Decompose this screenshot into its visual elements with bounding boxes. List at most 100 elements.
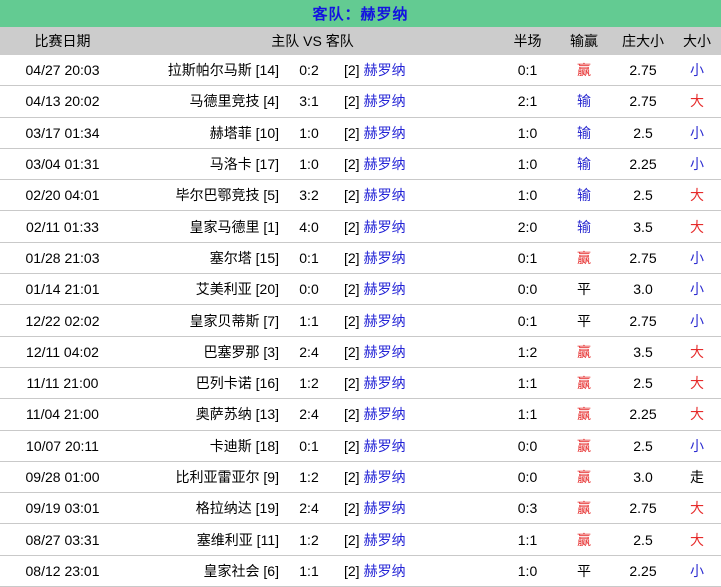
away-team-name[interactable]: 赫罗纳 bbox=[364, 62, 406, 78]
total-result: 大 bbox=[690, 500, 704, 517]
table-row: 09/19 03:01 格拉纳达 [19] 2:4 [2] 赫罗纳 0:3 赢 2… bbox=[0, 493, 721, 525]
total-result: 小 bbox=[690, 281, 704, 298]
total-result: 走 bbox=[690, 469, 704, 485]
match-date: 02/20 04:01 bbox=[25, 187, 100, 204]
match-date: 11/11 21:00 bbox=[26, 375, 99, 392]
away-team-cell: [2] 赫罗纳 bbox=[337, 373, 500, 393]
table-row: 12/22 02:02 皇家贝蒂斯 [7] 1:1 [2] 赫罗纳 0:1 平 2… bbox=[0, 305, 721, 337]
banker-total-odds: 2.5 bbox=[633, 375, 653, 392]
away-team-cell: [2] 赫罗纳 bbox=[337, 436, 500, 456]
banker-total-odds: 2.5 bbox=[633, 531, 653, 548]
total-result: 大 bbox=[690, 406, 704, 423]
table-row: 03/17 01:34 赫塔菲 [10] 1:0 [2] 赫罗纳 1:0 输 2.… bbox=[0, 117, 721, 149]
header-home-vs-away: 主队 VS 客队 bbox=[271, 33, 354, 49]
away-team-rank: [2] bbox=[344, 562, 360, 579]
away-team-cell: [2] 赫罗纳 bbox=[337, 185, 500, 205]
full-time-score: 0:1 bbox=[299, 437, 319, 454]
half-time-score: 0:1 bbox=[517, 62, 538, 79]
handicap-result: 输 bbox=[577, 124, 591, 141]
away-team-name[interactable]: 赫罗纳 bbox=[364, 93, 406, 109]
banker-total-odds: 3.5 bbox=[633, 343, 653, 360]
banker-total-odds: 2.25 bbox=[629, 562, 657, 579]
half-time-score: 1:2 bbox=[517, 343, 538, 360]
total-result: 小 bbox=[690, 312, 704, 329]
banker-total-odds: 3.0 bbox=[633, 281, 653, 298]
table-row: 04/27 20:03 拉斯帕尔马斯 [14] 0:2 [2] 赫罗纳 0:1 赢… bbox=[0, 55, 721, 87]
away-team-name[interactable]: 赫罗纳 bbox=[364, 187, 406, 203]
table-row: 02/11 01:33 皇家马德里 [1] 4:0 [2] 赫罗纳 2:0 输 3… bbox=[0, 211, 721, 243]
total-result: 大 bbox=[690, 187, 704, 204]
home-team: 格拉纳达 [19] bbox=[195, 500, 279, 517]
match-date: 10/07 20:11 bbox=[26, 437, 99, 454]
match-date: 09/28 01:00 bbox=[25, 469, 100, 485]
half-time-score: 0:3 bbox=[517, 500, 538, 517]
away-team-name[interactable]: 赫罗纳 bbox=[364, 563, 406, 579]
away-team-name[interactable]: 赫罗纳 bbox=[364, 469, 406, 485]
away-team-name[interactable]: 赫罗纳 bbox=[364, 344, 406, 360]
away-team-name[interactable]: 赫罗纳 bbox=[364, 219, 406, 235]
table-header: 比赛日期 主队 VS 客队 半场 输赢 庄大小 大小 bbox=[0, 27, 721, 55]
half-time-score: 1:0 bbox=[517, 156, 538, 173]
away-team-cell: [2] 赫罗纳 bbox=[337, 561, 500, 581]
away-team-rank: [2] bbox=[344, 249, 360, 266]
home-team: 奥萨苏纳 [13] bbox=[195, 406, 279, 423]
away-team-name[interactable]: 赫罗纳 bbox=[364, 125, 406, 141]
away-team-rank: [2] bbox=[344, 375, 360, 392]
banker-total-odds: 2.75 bbox=[629, 93, 657, 110]
total-result: 小 bbox=[690, 437, 704, 454]
match-date: 03/17 01:34 bbox=[25, 124, 100, 141]
table-row: 01/28 21:03 塞尔塔 [15] 0:1 [2] 赫罗纳 0:1 赢 2.… bbox=[0, 242, 721, 275]
away-team-name[interactable]: 赫罗纳 bbox=[364, 156, 406, 172]
away-team-rank: [2] bbox=[344, 437, 360, 454]
half-time-score: 0:0 bbox=[517, 281, 538, 298]
away-team-name[interactable]: 赫罗纳 bbox=[364, 281, 406, 297]
handicap-result: 平 bbox=[577, 281, 591, 298]
half-time-score: 1:0 bbox=[517, 124, 538, 141]
away-team-name[interactable]: 赫罗纳 bbox=[364, 250, 406, 266]
full-time-score: 2:4 bbox=[299, 500, 319, 517]
away-team-name[interactable]: 赫罗纳 bbox=[364, 438, 406, 454]
away-team-rank: [2] bbox=[344, 469, 360, 485]
total-result: 大 bbox=[690, 218, 704, 235]
away-team-title: 客队：赫罗纳 bbox=[0, 0, 721, 27]
away-team-name[interactable]: 赫罗纳 bbox=[364, 375, 406, 391]
table-row: 10/07 20:11 卡迪斯 [18] 0:1 [2] 赫罗纳 0:0 赢 2.… bbox=[0, 430, 721, 462]
away-team-rank: [2] bbox=[344, 531, 360, 548]
away-team-rank: [2] bbox=[344, 406, 360, 423]
half-time-score: 1:1 bbox=[517, 406, 538, 423]
home-team: 马德里竞技 [4] bbox=[189, 93, 279, 110]
full-time-score: 4:0 bbox=[299, 218, 319, 235]
away-team-rank: [2] bbox=[344, 93, 360, 110]
full-time-score: 1:0 bbox=[299, 156, 319, 173]
match-date: 04/27 20:03 bbox=[25, 62, 100, 79]
away-team-cell: [2] 赫罗纳 bbox=[337, 248, 500, 268]
home-team: 比利亚雷亚尔 [9] bbox=[175, 469, 279, 485]
away-team-cell: [2] 赫罗纳 bbox=[337, 91, 500, 111]
table-row: 09/28 01:00 比利亚雷亚尔 [9] 1:2 [2] 赫罗纳 0:0 赢 … bbox=[0, 461, 721, 494]
away-team-name[interactable]: 赫罗纳 bbox=[364, 406, 406, 422]
handicap-result: 平 bbox=[577, 312, 591, 329]
total-result: 小 bbox=[690, 156, 704, 173]
half-time-score: 2:0 bbox=[517, 218, 538, 235]
full-time-score: 0:0 bbox=[299, 281, 319, 298]
away-team-cell: [2] 赫罗纳 bbox=[337, 154, 500, 174]
total-result: 小 bbox=[690, 62, 704, 79]
header-banker-total: 庄大小 bbox=[622, 33, 664, 49]
banker-total-odds: 3.5 bbox=[633, 218, 653, 235]
home-team: 艾美利亚 [20] bbox=[195, 281, 279, 298]
banker-total-odds: 2.5 bbox=[633, 124, 653, 141]
home-team: 皇家贝蒂斯 [7] bbox=[189, 312, 279, 329]
header-win-loss: 输赢 bbox=[570, 33, 598, 49]
away-team-name[interactable]: 赫罗纳 bbox=[364, 532, 406, 548]
banker-total-odds: 2.25 bbox=[629, 156, 657, 173]
match-date: 01/28 21:03 bbox=[25, 249, 100, 266]
away-team-rank: [2] bbox=[344, 218, 360, 235]
full-time-score: 3:1 bbox=[299, 93, 319, 110]
away-team-rank: [2] bbox=[344, 312, 360, 329]
handicap-result: 赢 bbox=[577, 437, 591, 454]
banker-total-odds: 2.5 bbox=[633, 437, 653, 454]
half-time-score: 1:0 bbox=[517, 187, 538, 204]
away-team-cell: [2] 赫罗纳 bbox=[337, 530, 500, 550]
away-team-name[interactable]: 赫罗纳 bbox=[364, 313, 406, 329]
away-team-name[interactable]: 赫罗纳 bbox=[364, 500, 406, 516]
